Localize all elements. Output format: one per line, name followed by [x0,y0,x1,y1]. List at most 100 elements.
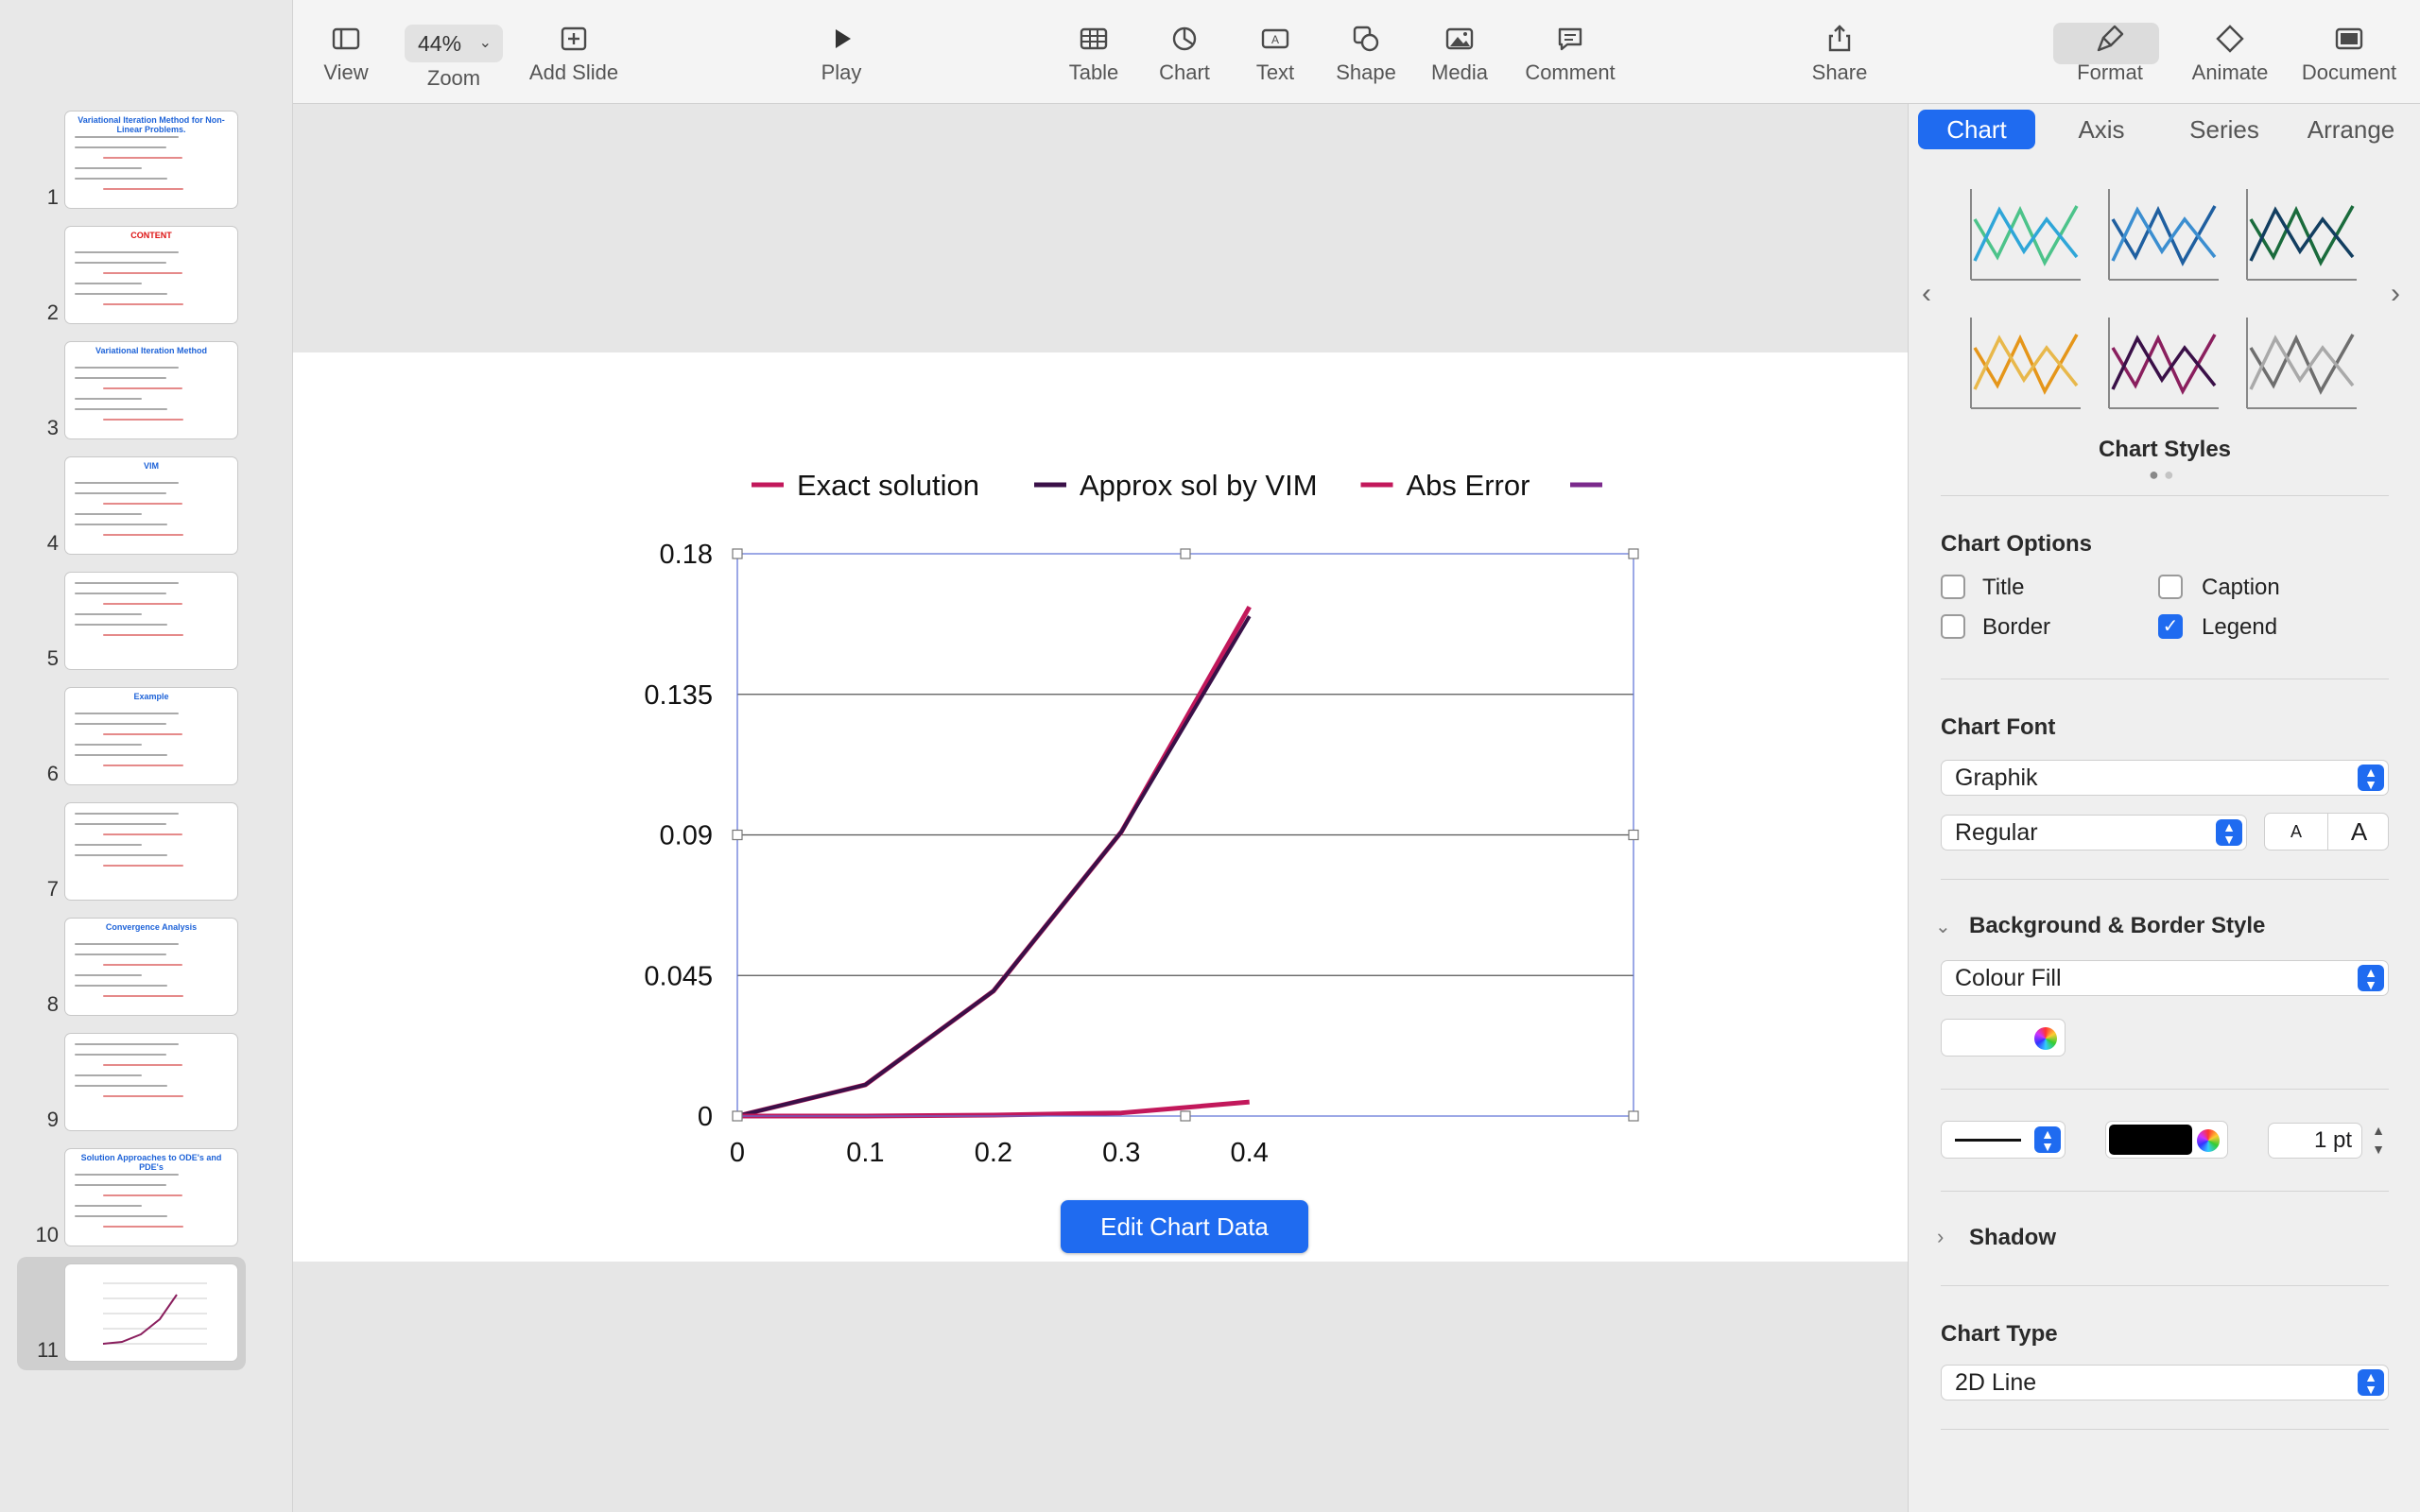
caption-option-label: Caption [2202,575,2280,600]
fill-type-popup[interactable]: Colour Fill ▲ ▼ [1941,960,2389,996]
stroke-width-stepper[interactable]: ▲ ▼ [2368,1121,2389,1160]
slide-thumbnail[interactable] [65,573,237,669]
divider [1941,1285,2389,1286]
slide-number: 10 [35,1223,59,1246]
add-slide-button[interactable]: Add Slide [512,17,635,96]
legend-checkbox[interactable]: ✓ [2158,614,2183,639]
fill-colour-well[interactable] [1941,1019,2066,1057]
slide-thumbnail[interactable]: Variational Iteration Method for Non-Lin… [65,112,237,208]
text-line [103,272,182,274]
add-slide-icon [512,17,635,60]
resize-handle[interactable] [1628,548,1639,559]
share-button[interactable]: Share [1778,17,1901,96]
chart-type-value: 2D Line [1955,1369,2037,1396]
line-chart-style-icon [2108,318,2219,409]
x-tick-label: 0.2 [975,1138,1012,1168]
slide-thumbnail-title: Convergence Analysis [105,922,198,932]
disclosure-collapsed-icon[interactable]: › [1937,1225,1944,1249]
y-tick-label: 0 [698,1102,713,1132]
text-line [103,765,183,766]
increase-font-size-button[interactable]: A [2327,814,2390,850]
document-button[interactable]: Document [2288,17,2411,96]
zoom-dropdown[interactable]: 44% ⌄ [405,25,503,62]
series-line[interactable] [737,1099,1250,1119]
stroke-colour-swatch [2109,1125,2192,1155]
text-line [75,398,142,400]
slide-thumbnail[interactable]: Variational Iteration Method [65,342,237,438]
text-line [103,387,182,389]
slide-thumbnail[interactable] [65,803,237,900]
view-button[interactable]: View [285,17,407,96]
text-line [75,1205,142,1207]
comment-button[interactable]: Comment [1509,17,1632,96]
text-line [75,823,166,825]
chart-style-option[interactable] [2243,310,2360,416]
resize-handle[interactable] [1628,829,1639,841]
chart-style-option[interactable] [1967,310,2084,416]
tab-series[interactable]: Series [2168,110,2281,149]
chart-style-option[interactable] [2105,310,2222,416]
slide-canvas[interactable]: 0 0.045 0.09 0.135 0.18 0 0.1 0.2 0.3 0.4 Exact so… [293,352,1908,1262]
share-icon [1778,17,1901,60]
text-line [103,733,182,735]
chevron-right-icon[interactable]: › [2391,278,2400,310]
resize-handle[interactable] [732,1110,743,1122]
resize-handle[interactable] [732,829,743,841]
line-chart[interactable]: 0 0.045 0.09 0.135 0.18 0 0.1 0.2 0.3 0.4 Exact so… [293,352,1908,1262]
chart-style-option[interactable] [1967,181,2084,287]
text-line [75,293,167,295]
stroke-colour-well[interactable] [2105,1121,2228,1159]
edit-chart-data-button[interactable]: Edit Chart Data [1061,1200,1308,1253]
line-chart-style-icon [1970,189,2081,281]
slide-thumbnail[interactable] [65,1034,237,1130]
legend-label: Exact solution [797,469,979,502]
slide-thumbnail[interactable]: Solution Approaches to ODE's and PDE's [65,1149,237,1246]
series-line[interactable] [736,605,1252,1119]
comment-icon [1509,17,1632,60]
line-style-popup[interactable]: ▲ ▼ [1941,1121,2066,1159]
paintbrush-icon [2048,17,2171,60]
resize-handle[interactable] [1180,548,1191,559]
stroke-width-field[interactable]: 1 pt [2268,1123,2362,1159]
slide-thumbnail[interactable]: Example [65,688,237,784]
inspector-tabs: Chart Axis Series Arrange [1918,110,2411,149]
up-down-arrows-icon: ▲ ▼ [2358,765,2384,791]
border-checkbox[interactable] [1941,614,1965,639]
disclosure-expanded-icon[interactable]: ⌄ [1935,915,1951,938]
slide-thumbnail[interactable] [65,1264,237,1361]
resize-handle[interactable] [1628,1110,1639,1122]
title-checkbox[interactable] [1941,575,1965,599]
chart-style-option[interactable] [2105,181,2222,287]
series-line[interactable] [736,615,1252,1118]
format-inspector: Chart Axis Series Arrange ‹ › Chart Styl… [1908,104,2420,1512]
animate-button[interactable]: Animate [2169,17,2291,96]
tab-chart[interactable]: Chart [1918,110,2035,149]
colour-wheel-icon[interactable] [2034,1027,2057,1050]
chevron-left-icon[interactable]: ‹ [1922,278,1931,310]
text-line [75,624,167,626]
tab-arrange[interactable]: Arrange [2290,110,2411,149]
text-line [75,524,167,525]
text-line [103,603,182,605]
colour-wheel-icon[interactable] [2197,1129,2220,1152]
font-style-popup[interactable]: Regular ▲ ▼ [1941,815,2247,850]
x-tick-label: 0.4 [1231,1138,1269,1168]
text-line [75,744,142,746]
chart-type-popup[interactable]: 2D Line ▲ ▼ [1941,1365,2389,1400]
slide-thumbnail[interactable]: Convergence Analysis [65,919,237,1015]
format-button[interactable]: Format [2048,17,2171,96]
play-button[interactable]: Play [780,17,903,96]
tab-axis[interactable]: Axis [2045,110,2158,149]
text-line [103,1064,182,1066]
decrease-font-size-button[interactable]: A [2265,814,2327,850]
chart-style-option[interactable] [2243,181,2360,287]
caption-checkbox[interactable] [2158,575,2183,599]
slide-thumbnail[interactable]: VIM [65,457,237,554]
mini-chart-preview [102,1282,207,1345]
slide-thumbnail[interactable]: CONTENT [65,227,237,323]
resize-handle[interactable] [1180,1110,1191,1122]
font-family-popup[interactable]: Graphik ▲ ▼ [1941,760,2389,796]
resize-handle[interactable] [732,548,743,559]
media-button[interactable]: Media [1398,17,1521,96]
legend-label: Approx sol by VIM [1080,469,1318,502]
